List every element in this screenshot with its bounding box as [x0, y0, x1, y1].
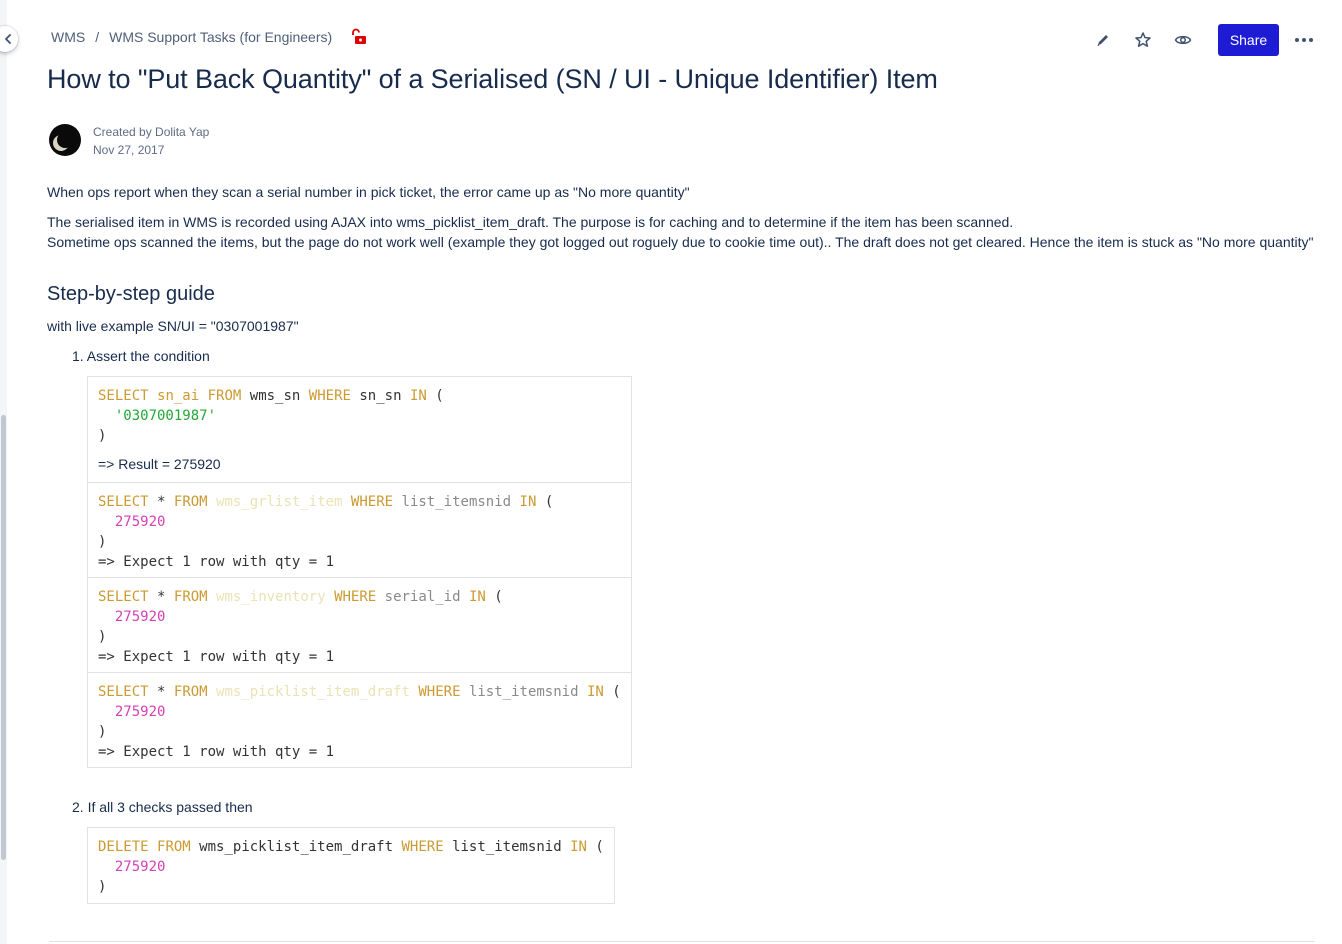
scrollbar-thumb[interactable] — [1, 415, 6, 860]
code-block-draft-query[interactable]: SELECT * FROM wms_picklist_item_draft WH… — [88, 673, 631, 767]
edit-icon[interactable] — [1092, 29, 1114, 51]
byline: Created by Dolita Yap Nov 27, 2017 — [49, 124, 209, 159]
paragraph-error: When ops report when they scan a serial … — [47, 184, 690, 200]
page-title: How to "Put Back Quantity" of a Serialis… — [47, 64, 938, 94]
page-actions: Share — [1092, 24, 1314, 56]
breadcrumb-separator: / — [95, 29, 100, 45]
code-block-grlist-query[interactable]: SELECT * FROM wms_grlist_item WHERE list… — [88, 483, 631, 578]
sidebar-rail — [0, 0, 7, 944]
sidebar-collapse-button[interactable] — [0, 26, 18, 52]
step-2-code-panel: DELETE FROM wms_picklist_item_draft WHER… — [87, 827, 615, 904]
code-block-inventory-query[interactable]: SELECT * FROM wms_inventory WHERE serial… — [88, 578, 631, 673]
share-button[interactable]: Share — [1218, 24, 1279, 56]
avatar[interactable] — [49, 124, 81, 156]
created-date[interactable]: Nov 27, 2017 — [93, 141, 209, 159]
step-2-label: 2. If all 3 checks passed then — [72, 799, 253, 815]
paragraph-stuck: Sometime ops scanned the items, but the … — [47, 234, 1314, 250]
more-icon[interactable] — [1293, 38, 1314, 42]
section-heading: Step-by-step guide — [47, 283, 215, 305]
example-text: with live example SN/UI = "0307001987" — [47, 318, 299, 334]
chevron-left-icon — [5, 34, 11, 44]
code-block-delete-query[interactable]: DELETE FROM wms_picklist_item_draft WHER… — [88, 828, 614, 903]
watch-icon[interactable] — [1172, 29, 1194, 51]
code-block-sn-query[interactable]: SELECT sn_ai FROM wms_sn WHERE sn_sn IN … — [88, 377, 631, 483]
paragraph-ajax: The serialised item in WMS is recorded u… — [47, 214, 1014, 230]
breadcrumb-space-link[interactable]: WMS — [51, 29, 85, 45]
breadcrumb-parent-link[interactable]: WMS Support Tasks (for Engineers) — [109, 29, 332, 45]
star-icon[interactable] — [1132, 29, 1154, 51]
content-divider — [49, 941, 1315, 942]
step-1-code-panel: SELECT sn_ai FROM wms_sn WHERE sn_sn IN … — [87, 376, 632, 768]
result-text: => Result = 275920 — [98, 456, 221, 472]
breadcrumb: WMS / WMS Support Tasks (for Engineers) — [51, 29, 332, 45]
unrestricted-lock-icon[interactable] — [350, 28, 368, 51]
step-1-label: 1. Assert the condition — [72, 348, 210, 364]
created-by: Created by Dolita Yap — [93, 125, 210, 139]
